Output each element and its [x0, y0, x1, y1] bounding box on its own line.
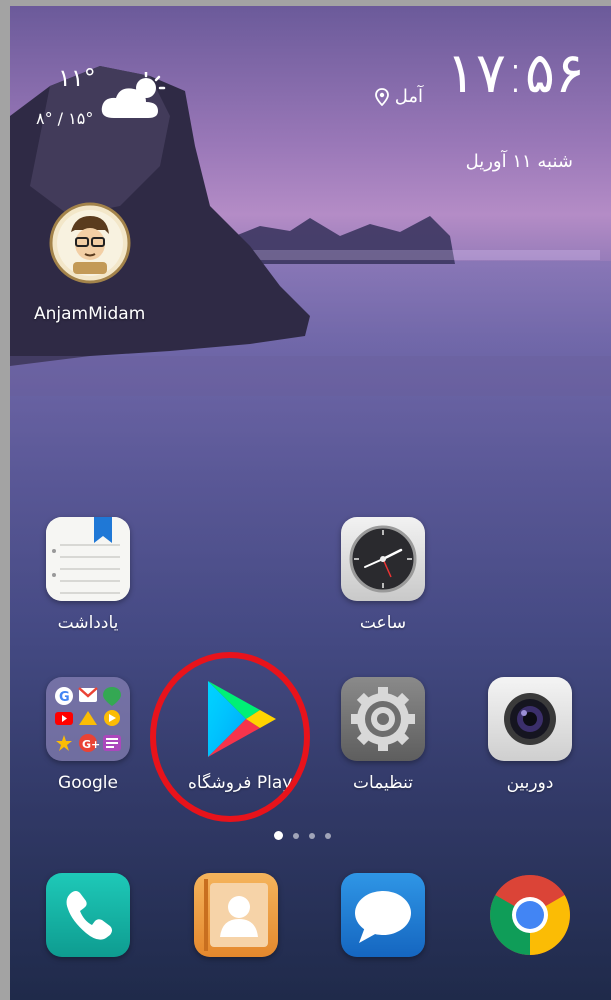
- page-dot[interactable]: [325, 832, 331, 839]
- app-notes[interactable]: یادداشت: [46, 517, 130, 633]
- partly-cloudy-icon[interactable]: [100, 72, 170, 122]
- dock-chrome[interactable]: [488, 873, 572, 957]
- location-pin-icon: [374, 87, 389, 106]
- app-label: Google: [58, 773, 118, 793]
- svg-text:G: G: [59, 690, 70, 705]
- app-label: AnjamMidam: [34, 304, 146, 324]
- dock-phone[interactable]: [46, 873, 130, 957]
- highlight-circle: [150, 652, 310, 822]
- location-label[interactable]: آمل: [374, 86, 423, 107]
- camera-icon: [488, 677, 572, 761]
- app-camera[interactable]: دوربین: [488, 677, 572, 793]
- dock-contacts[interactable]: [194, 873, 278, 957]
- phone-icon: [46, 873, 130, 957]
- weather-temperature[interactable]: ۱۱°: [58, 64, 96, 92]
- contacts-icon: [194, 873, 278, 957]
- page-dot-active[interactable]: [274, 831, 283, 840]
- svg-text:G+: G+: [82, 738, 100, 751]
- app-label: ساعت: [359, 613, 407, 633]
- app-label: تنظیمات: [353, 773, 413, 793]
- page-dot[interactable]: [309, 832, 315, 839]
- chrome-icon: [490, 875, 570, 955]
- anjammidam-avatar-icon: [49, 202, 131, 284]
- app-settings[interactable]: تنظیمات: [341, 677, 425, 793]
- screenshot-frame: ۱۱° ۸° / ۱۵° ۱۷:۵۶ آمل شنبه ۱۱ آوریل Anj…: [0, 0, 611, 1000]
- app-clock[interactable]: ساعت: [341, 517, 425, 633]
- folder-google[interactable]: G G+ Google: [46, 677, 130, 793]
- shortcut-anjammidam[interactable]: AnjamMidam: [34, 202, 145, 324]
- notes-icon: [46, 517, 130, 601]
- page-indicator[interactable]: [274, 831, 331, 840]
- home-screen: ۱۱° ۸° / ۱۵° ۱۷:۵۶ آمل شنبه ۱۱ آوریل Anj…: [10, 6, 611, 1000]
- google-folder-icon: G G+: [46, 677, 130, 761]
- dock-messages[interactable]: [341, 873, 425, 957]
- date-label[interactable]: شنبه ۱۱ آوریل: [466, 151, 573, 172]
- messages-icon: [341, 873, 425, 957]
- clock-icon: [341, 517, 425, 601]
- app-label: دوربین: [506, 773, 554, 793]
- app-label: یادداشت: [57, 613, 119, 633]
- page-dot[interactable]: [293, 832, 299, 839]
- clock-widget[interactable]: ۱۷:۵۶: [446, 46, 585, 102]
- location-text: آمل: [394, 86, 423, 107]
- settings-gear-icon: [341, 677, 425, 761]
- weather-range[interactable]: ۸° / ۱۵°: [36, 109, 93, 128]
